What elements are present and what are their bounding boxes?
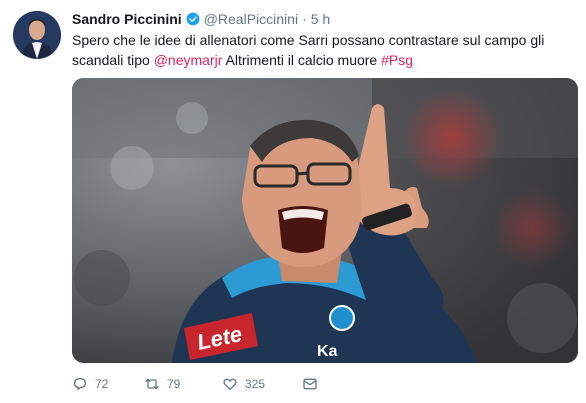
tweet-header: Sandro Piccinini @RealPiccinini · 5 h [72, 9, 330, 29]
direct-message-button[interactable] [302, 376, 322, 392]
jersey-brand-text: Ka [317, 343, 338, 360]
like-icon [223, 378, 237, 390]
like-button[interactable]: 325 [222, 376, 302, 392]
retweet-button[interactable]: 79 [144, 376, 222, 392]
tweet-text: Spero che le idee di allenatori come Sar… [72, 30, 572, 70]
user-handle[interactable]: @RealPiccinini [204, 11, 298, 27]
reply-button[interactable]: 72 [72, 376, 144, 392]
retweet-icon [145, 378, 159, 390]
reply-icon [74, 378, 86, 390]
tweet-actions: 72 79 325 [72, 374, 322, 394]
hashtag-link[interactable]: #Psg [381, 52, 413, 68]
tweet-text-part-2: Altrimenti il calcio muore [222, 52, 382, 68]
direct-message-icon [303, 378, 317, 390]
user-name[interactable]: Sandro Piccinini [72, 11, 182, 27]
retweet-count: 79 [167, 377, 181, 391]
mention-link[interactable]: @neymarjr [154, 52, 223, 68]
avatar-image [13, 11, 61, 59]
photo-coach-shouting: Lete Ka [72, 78, 578, 363]
avatar[interactable] [13, 11, 61, 59]
tweet-photo[interactable]: Lete Ka [72, 78, 578, 363]
verified-badge-icon [186, 12, 200, 26]
separator-dot: · [302, 11, 307, 27]
like-count: 325 [245, 377, 266, 391]
reply-count: 72 [95, 377, 109, 391]
tweet[interactable]: Sandro Piccinini @RealPiccinini · 5 h Sp… [0, 0, 586, 403]
tweet-timestamp[interactable]: 5 h [311, 11, 330, 27]
